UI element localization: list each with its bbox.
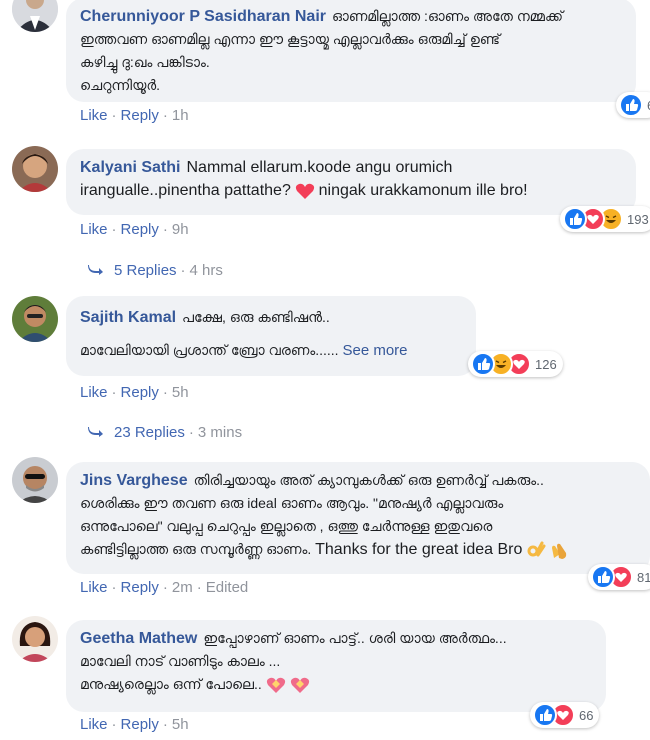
avatar[interactable] xyxy=(12,0,58,32)
comment-actions: Like · Reply · 9h xyxy=(80,221,189,238)
comment-actions: Like · Reply · 5h xyxy=(80,384,189,401)
avatar[interactable] xyxy=(12,296,58,342)
comment-actions: Like · Reply · 1h xyxy=(80,107,189,124)
separator-dot: · xyxy=(111,107,117,124)
comment-actions: Like · Reply · 5h xyxy=(80,716,189,733)
separator-dot: · xyxy=(162,221,168,238)
reaction-summary[interactable]: 81 xyxy=(588,564,650,590)
avatar[interactable] xyxy=(12,616,58,662)
reaction-count: 193 xyxy=(627,211,649,227)
separator-dot: · xyxy=(162,716,168,733)
comment-text-line: കഴിച്ചു ദു:ഖം പങ്കിടാം. xyxy=(80,54,210,70)
like-link[interactable]: Like xyxy=(80,221,108,238)
avatar-photo-icon xyxy=(12,0,58,32)
separator-dot: · xyxy=(180,262,186,279)
reaction-count: 66 xyxy=(579,707,594,723)
reaction-count: 81 xyxy=(637,569,650,585)
comment-text-line: കണ്ടിട്ടില്ലാത്ത ഒരു സമ്പൂർണ്ണ ഓണം. xyxy=(80,541,312,557)
like-link[interactable]: Like xyxy=(80,107,108,124)
replies-count-link[interactable]: 23 Replies xyxy=(114,424,185,441)
avatar-photo-icon xyxy=(12,296,58,342)
reaction-summary[interactable]: 193 xyxy=(560,206,650,232)
separator-dot: · xyxy=(111,716,117,733)
like-reaction-icon xyxy=(533,703,557,727)
clap-emoji-icon xyxy=(552,544,567,560)
separator-dot: · xyxy=(111,221,117,238)
comment-actions: Like · Reply · 2m · Edited xyxy=(80,579,248,596)
reply-link[interactable]: Reply xyxy=(121,716,159,733)
replies-time: 4 hrs xyxy=(189,262,223,279)
comment-bubble: Geetha Mathew ഇപ്പോഴാണ് ഓണം പാട്ട്.. ശരി … xyxy=(66,620,606,712)
edited-label[interactable]: Edited xyxy=(206,579,249,596)
comment-bubble: Sajith Kamal പക്ഷേ, ഒരു കണ്ടിഷൻ.. മാവേലിയ… xyxy=(66,296,476,376)
comment-text-line: irangualle..pinentha pattathe? xyxy=(80,182,291,199)
replies-time: 3 mins xyxy=(197,424,243,441)
like-reaction-icon xyxy=(591,565,615,589)
reply-link[interactable]: Reply xyxy=(121,384,159,401)
comment-time[interactable]: 5h xyxy=(172,384,189,401)
reaction-count: 126 xyxy=(535,356,557,372)
sparkling-heart-emoji-icon xyxy=(290,678,309,694)
comment-text-line: മനുഷ്യരെല്ലാം ഒന്ന് പോലെ.. xyxy=(80,676,262,692)
comment-text-line: തിരിച്ചയായും അത് ക്യാമ്പുകൾക്ക് ഒരു ഉണർവ… xyxy=(193,472,544,488)
comment-author[interactable]: Geetha Mathew xyxy=(80,630,197,647)
separator-dot: · xyxy=(162,579,168,596)
see-more-link[interactable]: See more xyxy=(342,342,407,359)
comment-text-line: ഇത്തവണ ഓണമില്ല എന്നാ ഈ കൂട്ടായ്മ എല്ലാവർ… xyxy=(80,31,501,47)
comment-bubble: Cherunniyoor P Sasidharan Nair ഓണമില്ലാത്… xyxy=(66,0,636,102)
heart-emoji-icon xyxy=(295,184,314,200)
separator-dot: · xyxy=(162,384,168,401)
comment-text-line: പക്ഷേ, ഒരു കണ്ടിഷൻ.. xyxy=(182,309,330,325)
comment-author[interactable]: Sajith Kamal xyxy=(80,309,176,326)
ok-hand-emoji-icon xyxy=(527,541,546,557)
reply-link[interactable]: Reply xyxy=(121,107,159,124)
avatar-photo-icon xyxy=(12,457,58,503)
comment-time[interactable]: 1h xyxy=(172,107,189,124)
comment-bubble: Jins Varghese തിരിച്ചയായും അത് ക്യാമ്പുകൾ… xyxy=(66,462,650,574)
like-link[interactable]: Like xyxy=(80,716,108,733)
like-reaction-icon xyxy=(619,93,643,117)
comment-text-line: ഓണമില്ലാത്ത :ഓണം അതേ നമ്മക്ക് xyxy=(332,8,563,24)
sparkling-heart-emoji-icon xyxy=(266,678,285,694)
comment-text-line: ശെരിക്കും ഈ തവണ ഒരു ideal ഓണം ആവും. "മനു… xyxy=(80,495,504,511)
comment-time[interactable]: 9h xyxy=(172,221,189,238)
separator-dot: · xyxy=(162,107,168,124)
reaction-summary[interactable]: 66 xyxy=(530,702,600,728)
comment-time[interactable]: 2m xyxy=(172,579,193,596)
avatar[interactable] xyxy=(12,457,58,503)
reaction-summary[interactable]: 126 xyxy=(468,351,563,377)
separator-dot: · xyxy=(188,424,194,441)
comment-text-line: ningak urakkamonum ille bro! xyxy=(318,182,528,199)
like-reaction-icon xyxy=(471,352,495,376)
comment-author[interactable]: Kalyani Sathi xyxy=(80,159,180,176)
comment-bubble: Kalyani Sathi Nammal ellarum.koode angu o… xyxy=(66,149,636,215)
like-link[interactable]: Like xyxy=(80,579,108,596)
comment-text-line: Thanks for the great idea Bro xyxy=(315,541,523,558)
separator-dot: · xyxy=(196,579,202,596)
comment-text-line: ചെറുന്നിയൂർ. xyxy=(80,77,161,93)
view-replies[interactable]: 5 Replies · 4 hrs xyxy=(88,262,223,279)
like-link[interactable]: Like xyxy=(80,384,108,401)
comment-text-line: ഒന്നുപോലെ" വലുപ്പ ചെറുപ്പം ഇല്ലാതെ , ഒത്… xyxy=(80,518,493,534)
separator-dot: · xyxy=(111,384,117,401)
reply-arrow-icon xyxy=(88,427,103,437)
reply-link[interactable]: Reply xyxy=(121,221,159,238)
replies-count-link[interactable]: 5 Replies xyxy=(114,262,177,279)
avatar-photo-icon xyxy=(12,146,58,192)
comment-text-line: മാവേലിയായി പ്രശാന്ത് ബ്രോ വരണം...... xyxy=(80,342,339,358)
comment-author[interactable]: Jins Varghese xyxy=(80,472,188,489)
reaction-summary[interactable]: 6 xyxy=(616,92,650,118)
separator-dot: · xyxy=(111,579,117,596)
like-reaction-icon xyxy=(563,207,587,231)
view-replies[interactable]: 23 Replies · 3 mins xyxy=(88,424,242,441)
comment-time[interactable]: 5h xyxy=(172,716,189,733)
comment-author[interactable]: Cherunniyoor P Sasidharan Nair xyxy=(80,8,326,25)
reply-link[interactable]: Reply xyxy=(121,579,159,596)
reply-arrow-icon xyxy=(88,265,103,275)
avatar[interactable] xyxy=(12,146,58,192)
avatar-photo-icon xyxy=(12,616,58,662)
comment-text-line: മാവേലി നാട് വാണിടും കാലം ... xyxy=(80,653,281,669)
comment-text-line: ഇപ്പോഴാണ് ഓണം പാട്ട്.. ശരി യായ അർത്ഥം... xyxy=(203,630,507,646)
comment-text-line: Nammal ellarum.koode angu orumich xyxy=(186,159,453,176)
